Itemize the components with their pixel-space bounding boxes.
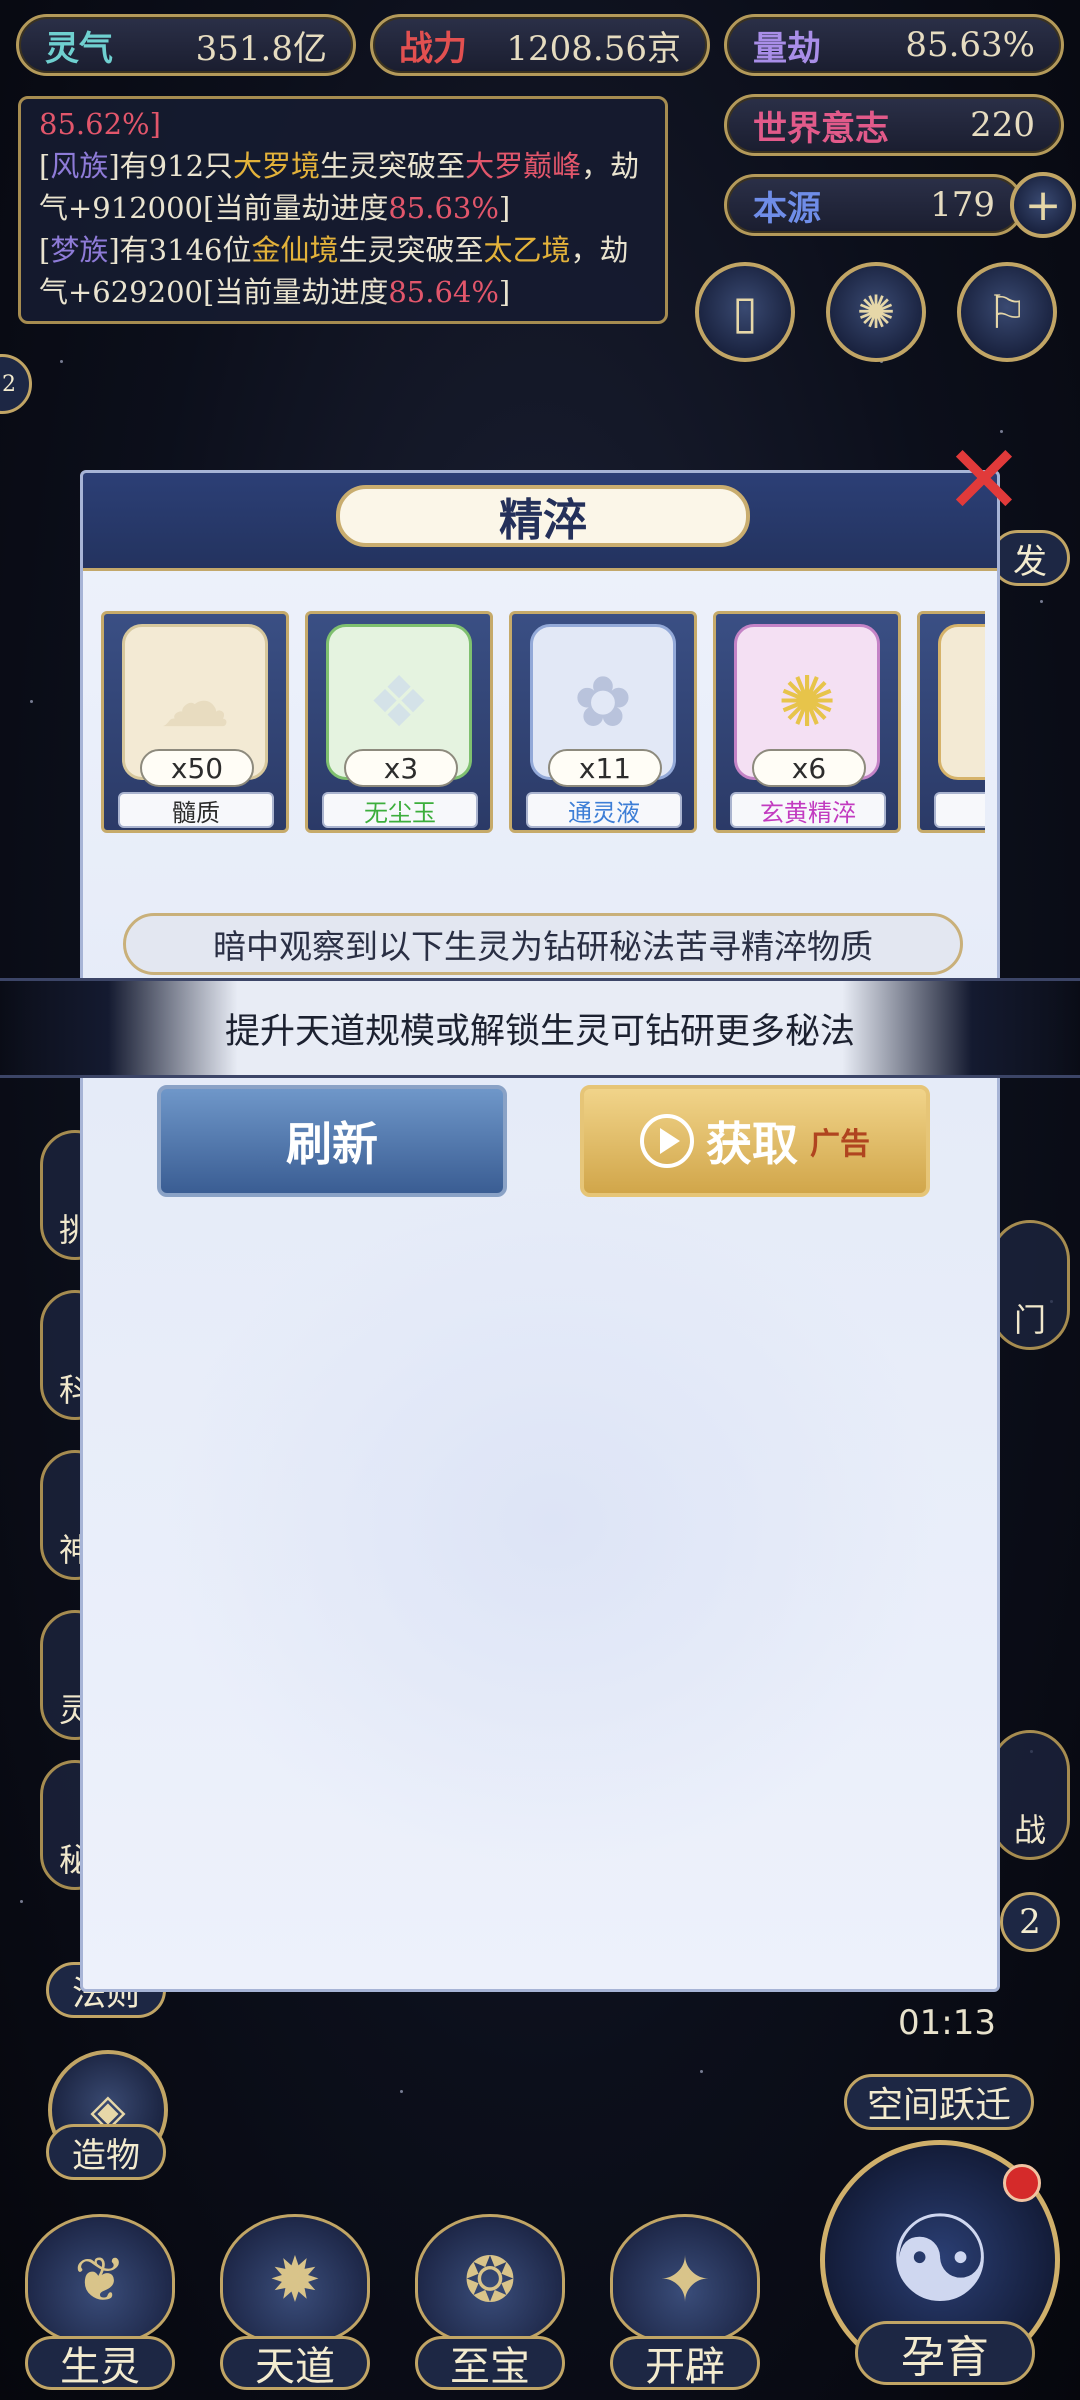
nav-shengling[interactable]: ❦ 生灵 xyxy=(15,2200,185,2390)
item-name: 生 xyxy=(934,792,985,828)
stat-zhanli[interactable]: 战力 1208.56京 xyxy=(370,14,710,76)
event-log[interactable]: 85.62%] [风族]有912只大罗境生灵突破至大罗巅峰，劫气+912000[… xyxy=(18,96,668,324)
vortex-icon: ✺ xyxy=(856,285,896,339)
play-video-icon xyxy=(640,1114,694,1168)
jade-crystal-icon: ❖ xyxy=(367,661,431,743)
scroll-icon: ⚐ xyxy=(986,285,1028,339)
item-qty: x6 xyxy=(752,749,866,787)
stat-liangjie-label: 量劫 xyxy=(753,28,821,69)
vortex-button[interactable]: ✺ xyxy=(826,262,926,362)
log-entry-1: [风族]有912只大罗境生灵突破至大罗巅峰，劫气+912000[当前量劫进度85… xyxy=(39,149,640,225)
stat-lingqi-label: 灵气 xyxy=(45,28,113,69)
stat-lingqi-value: 351.8亿 xyxy=(195,28,327,69)
side-right-fa[interactable]: 发 xyxy=(990,530,1070,586)
observation-banner: 暗中观察到以下生灵为钻研秘法苦寻精淬物质 xyxy=(123,913,963,975)
side-right-badge-2[interactable]: 2 xyxy=(1000,1892,1060,1952)
stat-benyuan[interactable]: 本源 179 xyxy=(724,174,1024,236)
nav-tiandao[interactable]: ✹ 天道 xyxy=(210,2200,380,2390)
cloud-essence-icon: ☁ xyxy=(160,661,230,743)
item-name: 玄黄精淬 xyxy=(730,792,886,828)
edge-badge[interactable]: 22 xyxy=(0,354,32,414)
spirit-liquid-icon: ✿ xyxy=(573,661,633,743)
swirl-icon: ✹ xyxy=(220,2214,370,2344)
embryo-icon: ☯ xyxy=(886,2190,994,2330)
stat-shijie-yizhi[interactable]: 世界意志 220 xyxy=(724,94,1064,156)
log-entry-2: [梦族]有3146位金仙境生灵突破至太乙境，劫气+629200[当前量劫进度85… xyxy=(39,233,629,309)
stat-shijie-value: 220 xyxy=(970,105,1035,145)
item-card[interactable]: ☁ x50 髓质 xyxy=(101,611,289,833)
item-strip[interactable]: ☁ x50 髓质 ❖ x3 无尘玉 ✿ x11 通灵液 ✺ x6 玄黄精淬 生 xyxy=(101,611,985,841)
get-ad-button[interactable]: 获取 广告 xyxy=(580,1085,930,1197)
treasure-icon: ❂ xyxy=(415,2214,565,2344)
blade-icon: ✦ xyxy=(610,2214,760,2344)
nav-kaipi-label: 开辟 xyxy=(610,2336,760,2390)
item-card[interactable]: 生 xyxy=(917,611,985,833)
item-name: 髓质 xyxy=(118,792,274,828)
stat-zhanli-value: 1208.56京 xyxy=(506,28,681,69)
item-name: 无尘玉 xyxy=(322,792,478,828)
space-jump-button[interactable]: 空间跃迁 xyxy=(844,2074,1034,2130)
item-card[interactable]: ✿ x11 通灵液 xyxy=(509,611,697,833)
ad-label: 广告 xyxy=(810,1127,870,1162)
plus-icon: + xyxy=(1024,179,1062,231)
zaowu-button[interactable]: 造物 xyxy=(46,2124,166,2180)
item-card[interactable]: ✺ x6 玄黄精淬 xyxy=(713,611,901,833)
golden-flower-icon: ✺ xyxy=(777,661,837,743)
modal-title: 精淬 xyxy=(336,485,750,547)
stat-liangjie[interactable]: 量劫 85.63% xyxy=(724,14,1064,76)
card-button[interactable]: ▯ xyxy=(695,262,795,362)
stat-lingqi[interactable]: 灵气 351.8亿 xyxy=(16,14,356,76)
jump-timer: 01:13 xyxy=(898,2003,996,2043)
get-label: 获取 xyxy=(706,1117,798,1171)
nav-yunyu-label: 孕育 xyxy=(855,2321,1035,2385)
side-right-men[interactable]: 门 xyxy=(990,1220,1070,1350)
scroll-button[interactable]: ⚐ xyxy=(957,262,1057,362)
modal-background-swirl xyxy=(163,1173,943,1873)
log-line-0: 85.62%] xyxy=(39,107,161,141)
nav-kaipi[interactable]: ✦ 开辟 xyxy=(600,2200,770,2390)
phoenix-icon: ❦ xyxy=(25,2214,175,2344)
nav-tiandao-label: 天道 xyxy=(220,2336,370,2390)
item-qty: x11 xyxy=(548,749,662,787)
item-qty: x50 xyxy=(140,749,254,787)
item-card[interactable]: ❖ x3 无尘玉 xyxy=(305,611,493,833)
item-name: 通灵液 xyxy=(526,792,682,828)
close-icon[interactable]: ✕ xyxy=(936,432,1032,528)
notification-dot xyxy=(1003,2164,1041,2202)
toast-message: 提升天道规模或解锁生灵可钻研更多秘法 xyxy=(0,978,1080,1078)
stat-shijie-label: 世界意志 xyxy=(753,108,889,149)
nav-zhibao-label: 至宝 xyxy=(415,2336,565,2390)
stat-benyuan-value: 179 xyxy=(930,185,995,225)
modal-header: 精淬 xyxy=(83,473,997,571)
stat-zhanli-label: 战力 xyxy=(399,28,467,69)
item-art xyxy=(938,624,985,780)
side-right-zhan[interactable]: 战 xyxy=(990,1730,1070,1860)
add-benyuan-button[interactable]: + xyxy=(1010,172,1076,238)
jingcui-modal: 精淬 ☁ x50 髓质 ❖ x3 无尘玉 ✿ x11 通灵液 ✺ x6 玄黄精淬… xyxy=(80,470,1000,1992)
item-qty: x3 xyxy=(344,749,458,787)
stat-liangjie-value: 85.63% xyxy=(905,25,1035,65)
refresh-button[interactable]: 刷新 xyxy=(157,1085,507,1197)
stat-benyuan-label: 本源 xyxy=(753,188,821,229)
nav-shengling-label: 生灵 xyxy=(25,2336,175,2390)
card-icon: ▯ xyxy=(732,285,758,339)
nav-zhibao[interactable]: ❂ 至宝 xyxy=(405,2200,575,2390)
refresh-label: 刷新 xyxy=(286,1117,378,1171)
